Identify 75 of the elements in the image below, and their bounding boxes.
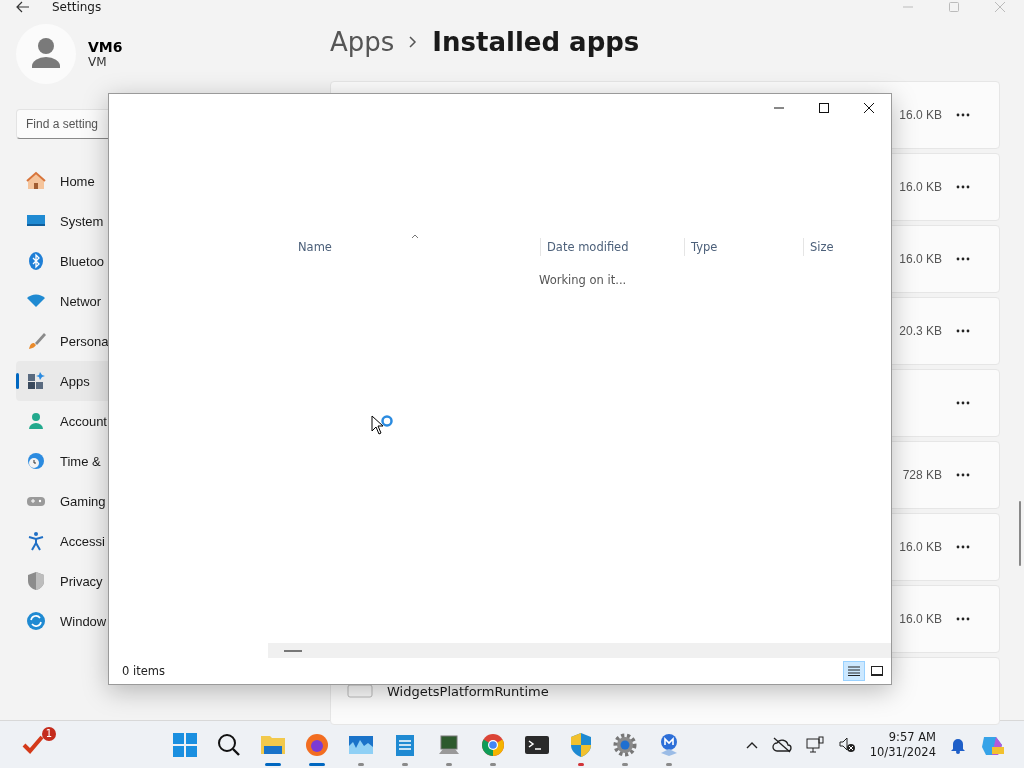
terminal-icon: [525, 734, 549, 755]
shield-icon: [26, 571, 46, 591]
nav-item[interactable]: Accessi: [16, 521, 286, 561]
chevron-up-icon[interactable]: [745, 740, 758, 749]
notification-badge: 1: [42, 726, 56, 741]
column-header[interactable]: Size: [803, 238, 884, 256]
breadcrumb-parent[interactable]: Apps: [330, 27, 395, 57]
browser-icon: [305, 732, 329, 757]
nav-item[interactable]: Gaming: [16, 481, 286, 521]
accessibility-icon: [26, 531, 46, 551]
column-header[interactable]: Type: [684, 238, 803, 256]
app-size: 16.0 KB: [899, 612, 942, 626]
brush-icon: [26, 331, 46, 351]
busy-cursor-icon: [371, 415, 395, 437]
column-header[interactable]: Date modified: [540, 238, 684, 256]
app-size: 16.0 KB: [899, 540, 942, 554]
apps-icon: [26, 371, 46, 391]
settings-icon: [613, 732, 637, 757]
browser-icon: [481, 732, 505, 757]
ellipsis-icon: [956, 617, 970, 621]
list-view-icon: [848, 666, 860, 676]
app-icon: [347, 684, 373, 698]
app-size: 20.3 KB: [899, 324, 942, 338]
clock[interactable]: 9:57 AM 10/31/2024: [869, 729, 936, 760]
user-name: VM6: [88, 39, 123, 55]
computer-icon: [437, 733, 461, 756]
network-icon[interactable]: [805, 735, 824, 754]
ellipsis-icon: [956, 257, 970, 261]
sync-icon: [26, 611, 46, 631]
app-size: 728 KB: [902, 468, 942, 482]
ellipsis-icon: [956, 473, 970, 477]
notepad-icon: [395, 732, 415, 757]
nav-item[interactable]: Window: [16, 601, 286, 641]
person-icon: [26, 411, 46, 431]
loading-message: Working on it...: [539, 273, 628, 287]
nav-item[interactable]: Time &: [16, 441, 286, 481]
start-icon: [173, 732, 197, 757]
nav-item[interactable]: Networ: [16, 281, 286, 321]
folder-icon: [261, 733, 285, 756]
tiles-view-icon: [871, 666, 883, 676]
window-title: Settings: [52, 0, 102, 14]
ellipsis-icon: [956, 329, 970, 333]
close-icon: [862, 102, 875, 114]
app-name: WidgetsPlatformRuntime: [387, 683, 549, 699]
app-icon: [658, 732, 680, 757]
nav-item[interactable]: Privacy: [16, 561, 286, 601]
ellipsis-icon: [956, 545, 970, 549]
home-icon: [26, 171, 46, 191]
item-count: 0 items: [122, 664, 165, 678]
avatar-icon: [16, 24, 76, 84]
nav-item[interactable]: Account: [16, 401, 286, 441]
details-view-button[interactable]: [843, 661, 865, 681]
app-size: 16.0 KB: [899, 252, 942, 266]
user-subtitle: VM: [88, 55, 108, 69]
cloud-off-icon[interactable]: [771, 736, 792, 753]
page-title: Installed apps: [432, 27, 640, 57]
shield-icon: [570, 732, 592, 757]
scrollbar-thumb[interactable]: [284, 649, 302, 652]
bluetooth-icon: [26, 251, 46, 271]
nav-item[interactable]: Home: [16, 161, 286, 201]
speaker-muted-icon[interactable]: [837, 735, 856, 754]
chevron-icon: [408, 35, 419, 49]
app-size: 16.0 KB: [899, 108, 942, 122]
maximize-icon: [818, 103, 829, 113]
search-icon: [217, 732, 241, 757]
nav-item[interactable]: Persona: [16, 321, 286, 361]
nav-item[interactable]: System: [16, 201, 286, 241]
ellipsis-icon: [956, 401, 970, 405]
chart-icon: [349, 733, 373, 756]
scrollbar-thumb[interactable]: [1019, 501, 1021, 566]
ellipsis-icon: [956, 185, 970, 189]
back-icon[interactable]: [16, 1, 30, 13]
clock-icon: [26, 451, 46, 471]
ellipsis-icon: [956, 113, 970, 117]
app-size: 16.0 KB: [899, 180, 942, 194]
